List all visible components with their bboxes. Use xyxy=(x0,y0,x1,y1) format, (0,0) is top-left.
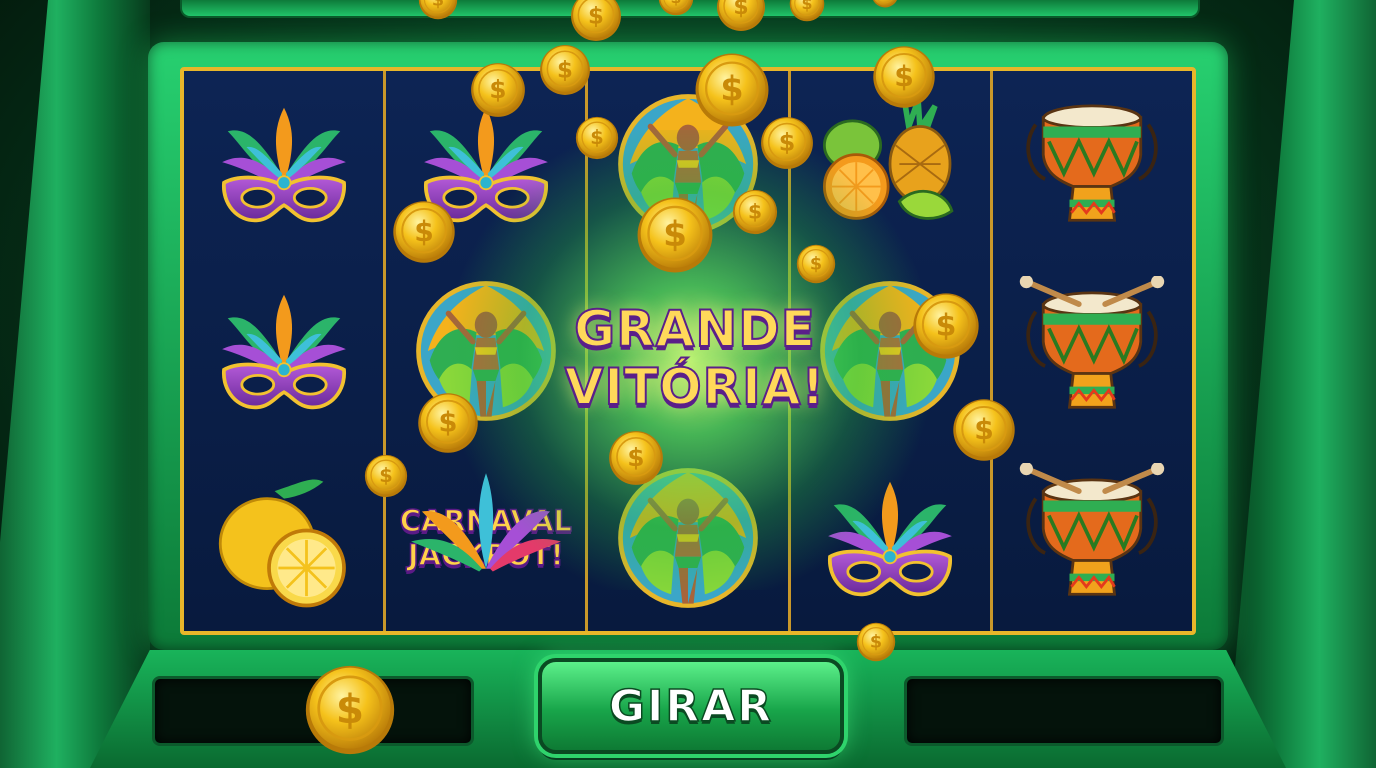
symbol-drum xyxy=(993,444,1192,631)
coin-icon xyxy=(526,44,604,96)
symbol-feather-mask xyxy=(184,71,383,258)
cabinet-frame-right xyxy=(1226,0,1376,768)
drum-icon xyxy=(1017,463,1167,613)
coin-icon xyxy=(650,0,702,16)
symbol-drum xyxy=(993,258,1192,445)
coin-icon xyxy=(356,454,416,498)
symbol-lemon xyxy=(184,444,383,631)
coin-icon xyxy=(856,612,896,672)
feather-mask-icon xyxy=(209,276,359,426)
coin-icon xyxy=(566,116,628,160)
symbol-feather-mask xyxy=(184,258,383,445)
spin-button-label: GIRAR xyxy=(608,680,774,733)
big-win-line-1: GRANDE xyxy=(573,299,816,359)
right-display-panel xyxy=(904,676,1224,746)
coin-icon xyxy=(304,664,396,756)
coin-icon xyxy=(796,230,836,298)
coin-icon xyxy=(570,0,622,42)
drum-icon xyxy=(1017,276,1167,426)
reel-1 xyxy=(184,71,387,631)
big-win-banner: GRANDE VITÓRIA! xyxy=(520,299,870,417)
coin-icon xyxy=(950,398,1018,462)
drum-icon xyxy=(1017,89,1167,239)
symbol-feather-mask xyxy=(791,444,990,631)
coin-icon xyxy=(604,430,668,486)
coin-icon xyxy=(732,174,778,250)
coin-icon xyxy=(756,116,818,170)
feather-mask-icon xyxy=(209,89,359,239)
symbol-drum xyxy=(993,71,1192,258)
cabinet-frame-left xyxy=(0,0,150,768)
symbol-carnaval-jackpot: CARNAVAL JACKPOT! xyxy=(386,444,585,631)
coin-icon xyxy=(636,196,714,274)
jackpot-feather-icon xyxy=(410,472,561,572)
spin-button[interactable]: GIRAR xyxy=(538,658,844,754)
slot-cabinet: CARNAVAL JACKPOT! GRANDE VITÓRIA! GI xyxy=(0,0,1376,768)
carnaval-jackpot-badge: CARNAVAL JACKPOT! xyxy=(399,472,573,572)
coin-icon xyxy=(912,292,980,360)
big-win-line-2: VITÓRIA! xyxy=(564,357,826,417)
coin-icon xyxy=(786,0,828,22)
coin-icon xyxy=(860,0,910,8)
coin-icon xyxy=(470,56,526,124)
coin-icon xyxy=(388,200,460,264)
coin-icon xyxy=(408,0,468,20)
lemon-icon xyxy=(209,463,359,613)
coin-icon xyxy=(872,38,936,116)
reel-5 xyxy=(992,71,1192,631)
feather-mask-icon xyxy=(815,463,965,613)
coin-icon xyxy=(710,0,772,32)
coin-icon xyxy=(410,392,486,454)
